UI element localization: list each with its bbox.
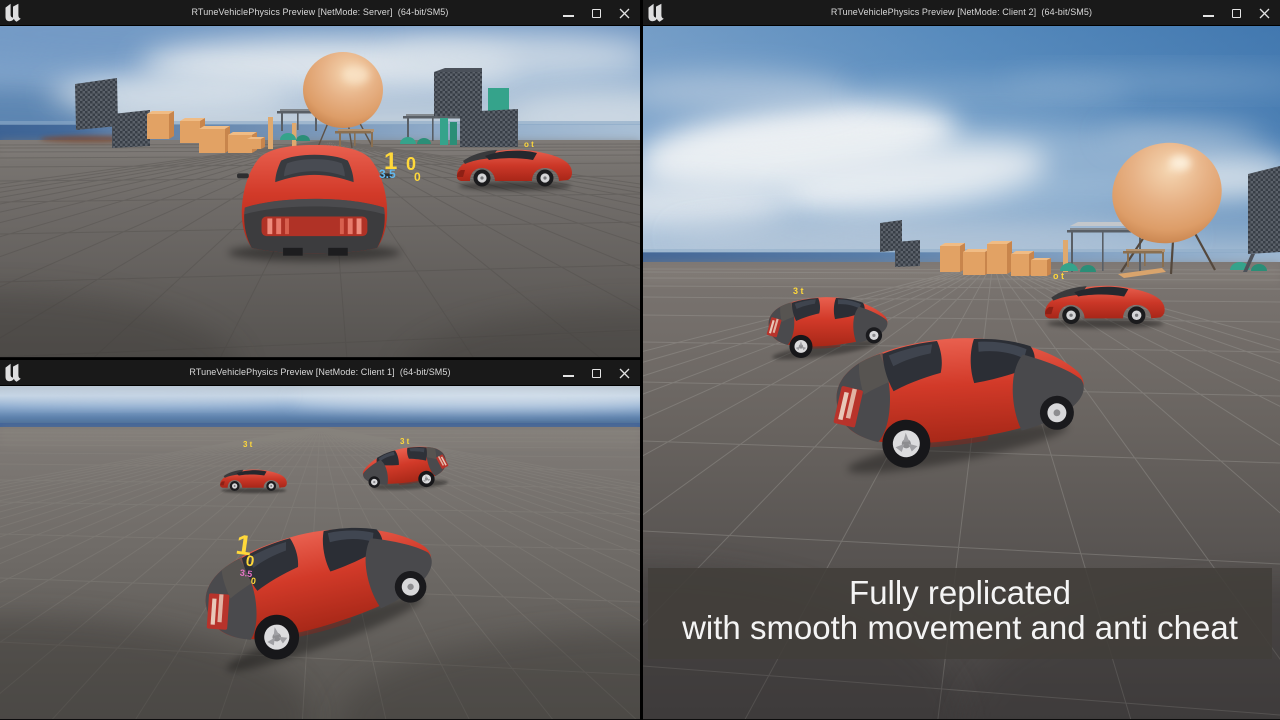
svg-text:3 t: 3 t <box>793 286 804 296</box>
svg-text:o t: o t <box>1053 271 1064 281</box>
svg-text:0: 0 <box>414 170 421 184</box>
svg-text:3 t: 3 t <box>243 440 253 449</box>
svg-text:3.5: 3.5 <box>379 167 396 181</box>
svg-text:o t: o t <box>524 140 534 149</box>
svg-text:3 t: 3 t <box>400 437 410 446</box>
